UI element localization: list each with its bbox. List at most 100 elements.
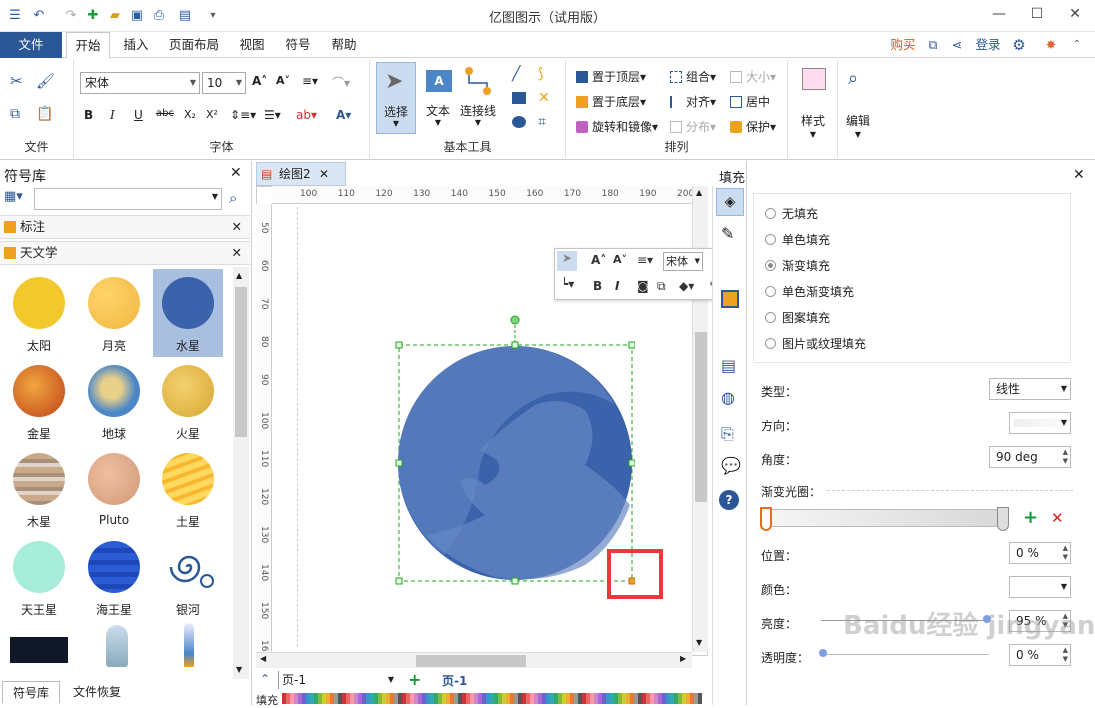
position-input[interactable]: 0 % ▲ ▼: [1009, 542, 1071, 564]
gradient-stop-right[interactable]: [997, 507, 1009, 531]
symbol-neptune[interactable]: 海王星: [79, 533, 149, 621]
page-tab[interactable]: 页-1: [442, 672, 467, 689]
transparency-slider-thumb[interactable]: [819, 649, 827, 657]
fill-panel-icon[interactable]: ◈: [716, 188, 744, 216]
crop-tool-icon[interactable]: ⌗: [538, 114, 546, 130]
mini-bold-icon[interactable]: B: [593, 279, 602, 293]
align-text-icon[interactable]: ≡▾: [302, 74, 318, 88]
help-icon[interactable]: ?: [719, 490, 739, 510]
mini-italic-icon[interactable]: I: [615, 279, 619, 293]
close-window-button[interactable]: ✕: [1060, 3, 1090, 25]
binoculars-icon[interactable]: ⌕: [848, 68, 858, 89]
library-grid-icon[interactable]: ▦▾: [4, 189, 23, 204]
symbol-uranus[interactable]: 天王星: [4, 533, 74, 621]
add-page-icon[interactable]: +: [408, 670, 421, 689]
type-select[interactable]: 线性 ▼: [989, 378, 1071, 400]
category-callout[interactable]: 标注 ✕: [0, 215, 250, 239]
style-button[interactable]: 样式: [788, 112, 838, 129]
text-highlight-icon[interactable]: ab▾: [296, 108, 317, 122]
center-button[interactable]: 居中: [730, 93, 770, 110]
symbol-pluto[interactable]: Pluto: [79, 445, 149, 533]
tab-insert[interactable]: 插入: [118, 32, 154, 58]
comment-panel-icon[interactable]: 💬: [721, 456, 741, 475]
connector-tool-button[interactable]: 连接线 ▼: [458, 62, 498, 134]
tab-file-recovery[interactable]: 文件恢复: [64, 681, 130, 703]
transparency-input[interactable]: 0 % ▲ ▼: [1009, 644, 1071, 666]
subscript-icon[interactable]: X₂: [184, 108, 196, 121]
maximize-button[interactable]: ☐: [1022, 3, 1052, 25]
line-panel-icon[interactable]: ✎: [721, 224, 734, 243]
strikethrough-icon[interactable]: abc: [156, 108, 174, 119]
bold-icon[interactable]: B: [84, 108, 93, 122]
mercury-shape[interactable]: [385, 315, 635, 585]
tab-symbol-library[interactable]: 符号库: [2, 681, 60, 703]
color-select[interactable]: ▼: [1009, 576, 1071, 598]
bring-to-front-button[interactable]: 置于顶层 ▾: [576, 68, 646, 85]
symbol-mars[interactable]: 火星: [153, 357, 223, 445]
style-fill-icon[interactable]: [802, 68, 826, 90]
symbol-rocket-small[interactable]: [184, 623, 194, 667]
group-button[interactable]: 组合 ▾: [670, 68, 716, 85]
radio-picture-fill[interactable]: 图片或纹理填充: [765, 335, 866, 352]
rotate-mirror-button[interactable]: 旋转和镜像 ▾: [576, 118, 658, 135]
bullet-list-icon[interactable]: ☰▾: [264, 108, 281, 122]
collapse-ribbon-icon[interactable]: ⌃: [1068, 32, 1086, 58]
mini-connector-icon[interactable]: ┕▾: [561, 277, 574, 291]
increase-font-icon[interactable]: A˄: [252, 74, 267, 88]
angle-input[interactable]: 90 deg ▲ ▼: [989, 446, 1071, 468]
rotate-handle[interactable]: [510, 315, 520, 325]
radio-solid-fill[interactable]: 单色填充: [765, 231, 830, 248]
horizontal-scrollbar[interactable]: ◀ ▶: [256, 652, 692, 668]
protect-button[interactable]: 保护 ▾: [730, 118, 776, 135]
underline-icon[interactable]: U: [134, 108, 143, 122]
close-category-icon[interactable]: ✕: [232, 216, 242, 238]
plugin-icon[interactable]: ✸: [1040, 32, 1062, 58]
font-family-select[interactable]: 宋体 ▼: [80, 72, 200, 94]
copy-icon[interactable]: ⧉: [10, 106, 20, 122]
superscript-icon[interactable]: X²: [206, 108, 218, 121]
symbol-starfield[interactable]: [10, 637, 68, 663]
send-to-back-button[interactable]: 置于底层 ▾: [576, 93, 646, 110]
text-direction-icon[interactable]: ⌒▾: [332, 74, 350, 91]
page-expand-icon[interactable]: ⌃: [260, 672, 270, 686]
align-button[interactable]: 对齐 ▾: [670, 93, 716, 110]
edit-button[interactable]: 编辑: [838, 112, 878, 129]
transparency-slider[interactable]: [821, 654, 989, 655]
tab-file[interactable]: 文件: [0, 32, 62, 58]
symbol-galaxy[interactable]: 银河: [153, 533, 223, 621]
close-panel-icon[interactable]: ✕: [230, 165, 242, 181]
paste-icon[interactable]: 📋: [36, 106, 53, 122]
cross-tool-icon[interactable]: ✕: [538, 90, 550, 106]
italic-icon[interactable]: I: [110, 108, 115, 122]
mini-increase-font-icon[interactable]: A˄: [591, 253, 606, 267]
mini-decrease-font-icon[interactable]: A˅: [613, 253, 627, 266]
symbol-earth[interactable]: 地球: [79, 357, 149, 445]
ellipse-tool-icon[interactable]: [512, 116, 526, 128]
symbol-rocket[interactable]: [106, 625, 128, 667]
page-select[interactable]: 页-1 ▼: [278, 671, 398, 689]
symbol-jupiter[interactable]: 木星: [4, 445, 74, 533]
share-window-icon[interactable]: ⧉: [924, 32, 942, 58]
buy-link[interactable]: 购买: [886, 32, 920, 58]
mini-font-select[interactable]: 宋体 ▼: [663, 252, 703, 271]
mini-select-icon[interactable]: ➤: [557, 251, 577, 271]
close-fill-panel-icon[interactable]: ✕: [1073, 167, 1085, 183]
select-tool-button[interactable]: ➤ 选择 ▼: [376, 62, 416, 134]
mini-shadow-icon[interactable]: ◙: [637, 279, 649, 293]
curve-tool-icon[interactable]: ⟆: [538, 66, 543, 82]
close-category-icon[interactable]: ✕: [232, 242, 242, 264]
tab-help[interactable]: 帮助: [326, 32, 362, 58]
radio-gradient-fill[interactable]: 渐变填充: [765, 257, 830, 274]
login-link[interactable]: 登录: [972, 32, 1004, 58]
tab-home[interactable]: 开始: [66, 32, 110, 58]
color-swatches[interactable]: [282, 693, 702, 704]
line-tool-icon[interactable]: ╱: [512, 66, 520, 82]
radio-pattern-fill[interactable]: 图案填充: [765, 309, 830, 326]
symbol-scrollbar[interactable]: ▲ ▼: [233, 267, 249, 679]
page-panel-icon[interactable]: ▤: [721, 356, 736, 375]
direction-select[interactable]: ▼: [1009, 412, 1071, 434]
category-astronomy[interactable]: 天文学 ✕: [0, 241, 250, 265]
cut-icon[interactable]: ✂: [10, 72, 23, 90]
decrease-font-icon[interactable]: A˅: [276, 74, 290, 87]
mini-align-icon[interactable]: ≡▾: [637, 253, 653, 267]
